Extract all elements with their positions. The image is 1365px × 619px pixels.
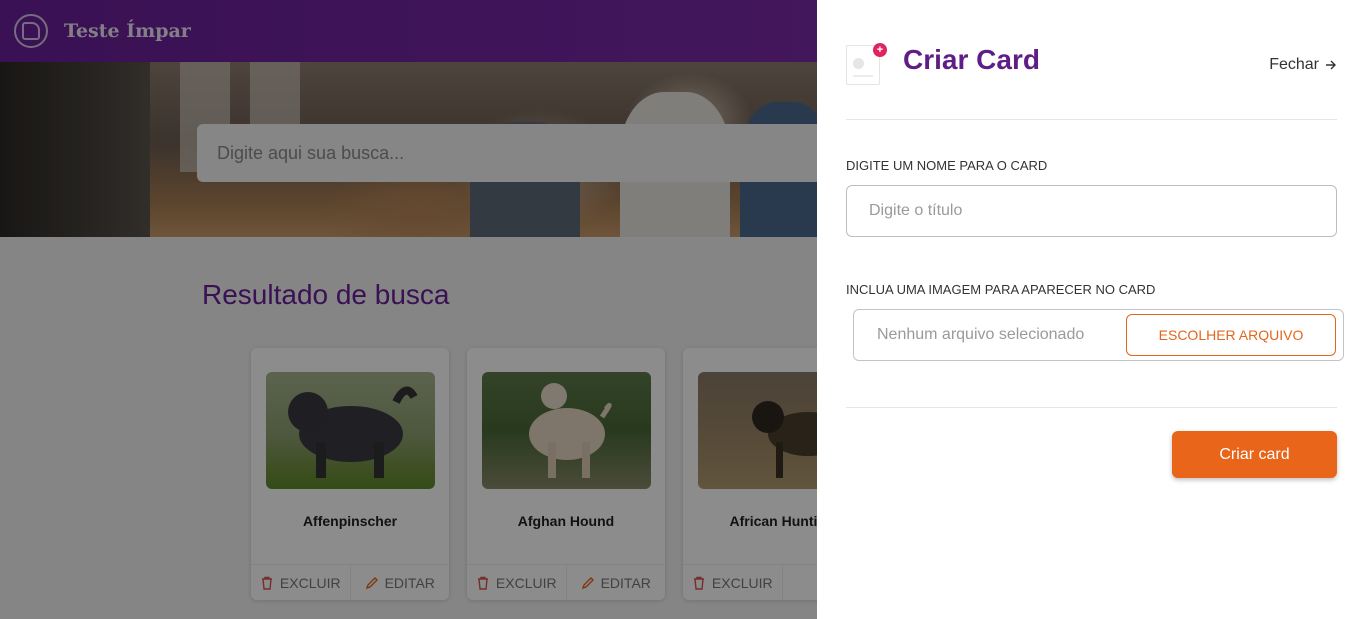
title-input[interactable] bbox=[846, 185, 1337, 237]
create-card-button[interactable]: Criar card bbox=[1172, 431, 1337, 478]
close-label: Fechar bbox=[1269, 56, 1319, 73]
choose-file-button[interactable]: ESCOLHER ARQUIVO bbox=[1126, 314, 1336, 356]
divider bbox=[846, 407, 1337, 408]
name-field-label: DIGITE UM NOME PARA O CARD bbox=[846, 158, 1048, 173]
file-status: Nenhum arquivo selecionado bbox=[877, 326, 1085, 343]
file-input[interactable]: Nenhum arquivo selecionado ESCOLHER ARQU… bbox=[853, 309, 1344, 361]
arrow-right-icon bbox=[1326, 60, 1336, 70]
page: Teste Ímpar Digite aqui sua busca... Res… bbox=[0, 0, 1365, 619]
create-card-drawer: + Criar Card Fechar DIGITE UM NOME PARA … bbox=[817, 0, 1365, 619]
drawer-title: Criar Card bbox=[903, 44, 1040, 75]
card-add-icon: + bbox=[846, 43, 887, 85]
divider bbox=[846, 119, 1337, 120]
close-button[interactable]: Fechar bbox=[1269, 56, 1337, 74]
image-field-label: INCLUA UMA IMAGEM PARA APARECER NO CARD bbox=[846, 282, 1156, 297]
